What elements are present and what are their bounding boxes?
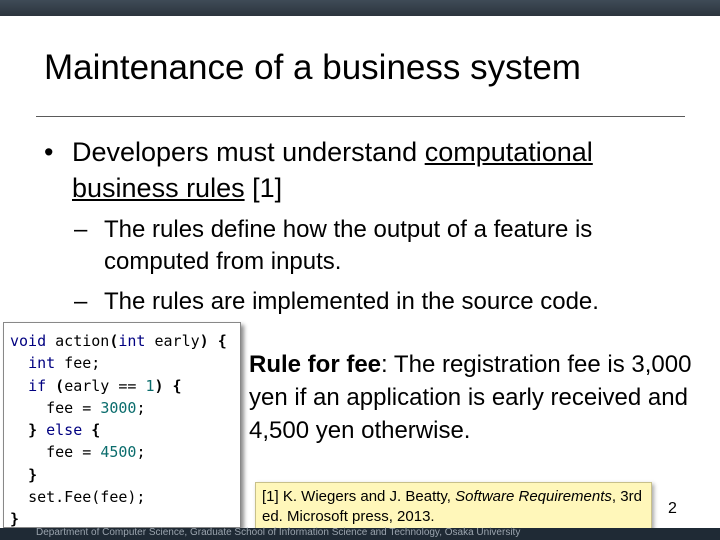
sub-bullet-text: The rules define how the output of a fea… — [104, 216, 593, 275]
code-keyword: else — [46, 421, 83, 440]
code-text: early — [145, 332, 200, 350]
reference-authors: [1] K. Wiegers and J. Beatty, — [262, 488, 456, 505]
code-line-6: fee = 4500; — [10, 441, 240, 463]
code-keyword: void — [10, 332, 47, 350]
code-punct: } — [28, 465, 38, 484]
sub-bullet-text: The rules are implemented in the source … — [104, 288, 599, 315]
sub-bullet-2: – The rules are implemented in the sourc… — [74, 286, 684, 318]
code-punct: { — [82, 421, 101, 440]
sub-bullet-1: – The rules define how the output of a f… — [74, 214, 684, 278]
rule-for-fee-text: Rule for fee: The registration fee is 3,… — [249, 348, 704, 447]
code-punct: ) { — [154, 376, 182, 395]
reference-note: [1] K. Wiegers and J. Beatty, Software R… — [255, 482, 652, 530]
code-text: fee = — [46, 398, 101, 417]
code-text: ; — [136, 398, 146, 417]
rule-for-fee-label: Rule for fee — [249, 351, 382, 378]
code-punct: ( — [46, 376, 65, 395]
bullet-citation: [1] — [244, 173, 283, 203]
code-text: fee = — [46, 443, 101, 462]
code-text: ; — [136, 443, 146, 462]
code-number: 1 — [145, 376, 155, 395]
footer-bar: Department of Computer Science, Graduate… — [0, 527, 720, 540]
code-keyword: int — [118, 332, 146, 350]
code-line-2: int fee; — [10, 352, 240, 374]
code-keyword: int — [28, 354, 56, 373]
sub-bullet-marker: – — [74, 288, 88, 315]
code-text: action — [46, 332, 110, 350]
code-line-8: set.Fee(fee); — [10, 486, 240, 508]
code-snippet: void action(int early) { int fee; if (ea… — [3, 322, 241, 528]
code-line-1: void action(int early) { — [10, 330, 240, 352]
top-bar — [0, 0, 720, 16]
footer-text: Department of Computer Science, Graduate… — [36, 527, 521, 538]
code-number: 3000 — [100, 398, 137, 417]
code-line-3: if (early == 1) { — [10, 375, 240, 397]
code-text: early == — [64, 376, 146, 395]
code-number: 4500 — [100, 443, 137, 462]
code-line-7: } — [10, 464, 240, 486]
code-text: set.Fee(fee); — [28, 488, 146, 507]
bullet-text-start: Developers must understand — [72, 137, 425, 167]
code-punct: } — [28, 421, 47, 440]
bullet-marker: • — [44, 137, 54, 167]
reference-book-title: Software Requirements — [455, 488, 612, 505]
code-keyword: if — [28, 376, 47, 395]
code-text: fee; — [55, 354, 101, 373]
sub-bullet-marker: – — [74, 216, 88, 243]
main-bullet-text: Developers must understand computational… — [72, 134, 684, 206]
code-punct: } — [10, 510, 20, 529]
page-number: 2 — [668, 500, 677, 517]
title-divider — [36, 116, 685, 117]
slide-title: Maintenance of a business system — [44, 48, 581, 87]
main-bullet: • Developers must understand computation… — [44, 134, 684, 206]
code-line-4: fee = 3000; — [10, 397, 240, 419]
code-line-5: } else { — [10, 419, 240, 441]
code-punct: ) { — [199, 332, 227, 350]
